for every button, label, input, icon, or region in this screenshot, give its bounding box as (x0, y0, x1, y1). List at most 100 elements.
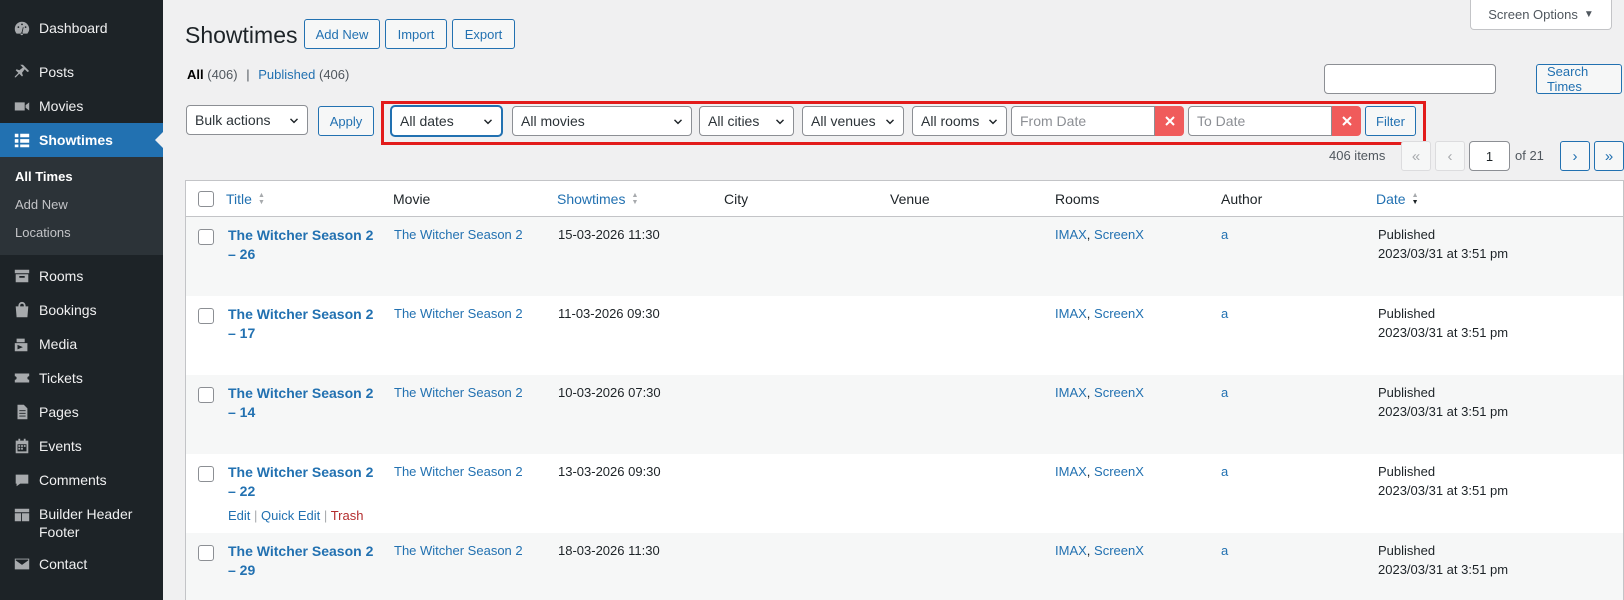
room-link-screenx[interactable]: ScreenX (1094, 543, 1144, 558)
table-header: Title ▲ ▼ Movie Showtimes ▲ ▼ City Venue R… (186, 181, 1623, 217)
row-date: Published 2023/03/31 at 3:51 pm (1378, 225, 1508, 263)
trash-link[interactable]: Trash (331, 508, 364, 523)
bag-icon (12, 300, 32, 320)
sidebar-item-label: Posts (39, 64, 75, 80)
room-link-imax[interactable]: IMAX (1055, 385, 1087, 400)
row-checkbox[interactable] (198, 308, 214, 324)
main-content: Showtimes Add New Import Export Screen O… (163, 0, 1624, 600)
screen-options-button[interactable]: Screen Options ▼ (1470, 0, 1612, 30)
row-checkbox[interactable] (198, 545, 214, 561)
row-checkbox[interactable] (198, 466, 214, 482)
sidebar-item-contact[interactable]: Contact (0, 547, 163, 581)
sidebar-item-comments[interactable]: Comments (0, 463, 163, 497)
row-date: Published 2023/03/31 at 3:51 pm (1378, 383, 1508, 421)
row-title-link[interactable]: The Witcher Season 2 – 14 (228, 384, 388, 422)
row-title-link[interactable]: The Witcher Season 2 – 29 (228, 542, 388, 580)
row-title-link[interactable]: The Witcher Season 2 – 22 (228, 463, 388, 501)
view-published-count: (406) (318, 67, 350, 82)
first-page-button[interactable]: « (1401, 141, 1431, 171)
row-author-link[interactable]: a (1221, 541, 1228, 560)
room-link-imax[interactable]: IMAX (1055, 543, 1087, 558)
sidebar-item-tickets[interactable]: Tickets (0, 361, 163, 395)
sidebar-item-rooms[interactable]: Rooms (0, 259, 163, 293)
column-rooms: Rooms (1055, 191, 1100, 207)
select-all-checkbox[interactable] (198, 191, 214, 207)
row-author-link[interactable]: a (1221, 304, 1228, 323)
prev-page-button[interactable]: ‹ (1435, 141, 1465, 171)
current-page-input[interactable]: 1 (1469, 141, 1510, 171)
row-title-link[interactable]: The Witcher Season 2 – 17 (228, 305, 388, 343)
row-rooms: IMAX, ScreenX (1055, 225, 1144, 244)
column-showtimes[interactable]: Showtimes ▲ ▼ (557, 191, 638, 207)
view-published-link[interactable]: Published (258, 67, 315, 82)
sidebar-item-dashboard[interactable]: Dashboard (0, 11, 163, 45)
room-link-screenx[interactable]: ScreenX (1094, 385, 1144, 400)
row-rooms: IMAX, ScreenX (1055, 304, 1144, 323)
sidebar-item-movies[interactable]: Movies (0, 89, 163, 123)
search-times-button[interactable]: Search Times (1536, 64, 1622, 94)
sidebar-item-showtimes[interactable]: Showtimes (0, 123, 163, 157)
row-showtime: 10-03-2026 07:30 (558, 385, 661, 400)
row-movie-link[interactable]: The Witcher Season 2 (394, 383, 523, 402)
row-showtime: 13-03-2026 09:30 (558, 464, 661, 479)
submenu-item-locations[interactable]: Locations (0, 219, 163, 247)
sidebar-item-label: Contact (39, 556, 88, 572)
quick-edit-link[interactable]: Quick Edit (261, 508, 320, 523)
sidebar-item-media[interactable]: Media (0, 327, 163, 361)
grid-icon (12, 130, 32, 150)
row-movie-link[interactable]: The Witcher Season 2 (394, 541, 523, 560)
page-title: Showtimes (185, 22, 298, 48)
edit-link[interactable]: Edit (228, 508, 250, 523)
row-checkbox[interactable] (198, 387, 214, 403)
row-title-link[interactable]: The Witcher Season 2 – 26 (228, 226, 388, 264)
room-link-imax[interactable]: IMAX (1055, 306, 1087, 321)
room-link-screenx[interactable]: ScreenX (1094, 227, 1144, 242)
sidebar-item-events[interactable]: Events (0, 429, 163, 463)
export-button[interactable]: Export (452, 19, 515, 49)
row-showtime: 11-03-2026 09:30 (558, 306, 660, 321)
room-link-screenx[interactable]: ScreenX (1094, 306, 1144, 321)
sidebar-item-label: Rooms (39, 268, 84, 284)
view-all-link[interactable]: All (187, 67, 204, 82)
sidebar-item-posts[interactable]: Posts (0, 55, 163, 89)
sidebar-item-builder-header-footer[interactable]: Builder Header Footer (0, 497, 163, 547)
sidebar-item-pages[interactable]: Pages (0, 395, 163, 429)
column-title-label: Title (226, 191, 252, 207)
submenu-item-add-new[interactable]: Add New (0, 191, 163, 219)
column-author: Author (1221, 191, 1263, 207)
bulk-actions-value: Bulk actions (195, 112, 271, 128)
column-date[interactable]: Date ▲ ▼ (1376, 191, 1419, 207)
apply-button[interactable]: Apply (318, 106, 374, 136)
last-page-button[interactable]: » (1594, 141, 1624, 171)
sidebar-item-label: Pages (39, 404, 79, 420)
view-all-count: (406) (207, 67, 238, 82)
row-movie-link[interactable]: The Witcher Season 2 (394, 304, 523, 323)
column-title[interactable]: Title ▲ ▼ (226, 191, 265, 207)
import-button[interactable]: Import (385, 19, 447, 49)
add-new-button[interactable]: Add New (304, 19, 380, 49)
row-title-line2: – 29 (228, 562, 256, 578)
sidebar-item-label: Movies (39, 98, 84, 114)
row-movie-link[interactable]: The Witcher Season 2 (394, 462, 523, 481)
row-author-link[interactable]: a (1221, 383, 1228, 402)
calendar-icon (12, 436, 32, 456)
table-row: The Witcher Season 2 – 29 The Witcher Sea… (186, 533, 1623, 600)
room-link-screenx[interactable]: ScreenX (1094, 464, 1144, 479)
row-showtime: 15-03-2026 11:30 (558, 227, 660, 242)
row-movie-link[interactable]: The Witcher Season 2 (394, 225, 523, 244)
row-checkbox[interactable] (198, 229, 214, 245)
submenu-item-all-times[interactable]: All Times (0, 163, 163, 191)
row-author-link[interactable]: a (1221, 462, 1228, 481)
row-title-line1: The Witcher Season 2 (228, 306, 374, 322)
room-link-imax[interactable]: IMAX (1055, 464, 1087, 479)
room-link-imax[interactable]: IMAX (1055, 227, 1087, 242)
row-date-value: 2023/03/31 at 3:51 pm (1378, 562, 1509, 577)
action-separator: | (323, 508, 328, 523)
search-input[interactable] (1324, 64, 1496, 94)
bulk-actions-select[interactable]: Bulk actions (186, 105, 308, 135)
row-rooms: IMAX, ScreenX (1055, 541, 1144, 560)
row-author-link[interactable]: a (1221, 225, 1228, 244)
next-page-button[interactable]: › (1560, 141, 1590, 171)
showtimes-submenu: All Times Add New Locations (0, 157, 163, 255)
sidebar-item-bookings[interactable]: Bookings (0, 293, 163, 327)
